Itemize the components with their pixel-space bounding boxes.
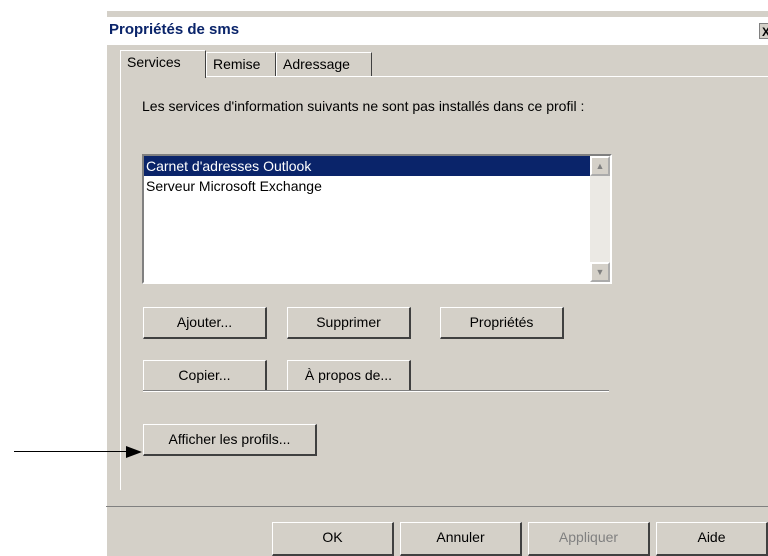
remove-button[interactable]: Supprimer bbox=[287, 307, 411, 339]
tab-services[interactable]: Services bbox=[120, 50, 206, 78]
list-item[interactable]: Serveur Microsoft Exchange bbox=[144, 176, 590, 196]
separator bbox=[143, 390, 609, 392]
tab-remise[interactable]: Remise bbox=[206, 52, 276, 76]
help-button[interactable]: Aide bbox=[656, 522, 768, 556]
about-button[interactable]: À propos de... bbox=[287, 360, 411, 392]
footer-separator bbox=[106, 506, 768, 507]
list-scrollbar[interactable]: ▲ ▼ bbox=[590, 156, 610, 282]
arrow-head-icon bbox=[126, 446, 142, 458]
pointer-arrow bbox=[14, 451, 128, 452]
show-profiles-button[interactable]: Afficher les profils... bbox=[143, 424, 317, 456]
scroll-up-icon[interactable]: ▲ bbox=[590, 156, 610, 176]
list-item[interactable]: Carnet d'adresses Outlook bbox=[144, 156, 590, 176]
add-button[interactable]: Ajouter... bbox=[143, 307, 267, 339]
dialog-title: Propriétés de sms bbox=[109, 21, 240, 38]
properties-button[interactable]: Propriétés bbox=[440, 307, 564, 339]
services-list[interactable]: Carnet d'adresses Outlook Serveur Micros… bbox=[142, 154, 612, 284]
close-button[interactable]: X bbox=[759, 23, 768, 39]
tab-adressage[interactable]: Adressage bbox=[276, 52, 372, 76]
apply-button[interactable]: Appliquer bbox=[528, 522, 650, 556]
copy-button[interactable]: Copier... bbox=[143, 360, 267, 392]
ok-button[interactable]: OK bbox=[272, 522, 394, 556]
scroll-down-icon[interactable]: ▼ bbox=[590, 262, 610, 282]
title-bar: Propriétés de sms X bbox=[107, 17, 768, 45]
services-description: Les services d'information suivants ne s… bbox=[142, 98, 585, 114]
cancel-button[interactable]: Annuler bbox=[400, 522, 522, 556]
